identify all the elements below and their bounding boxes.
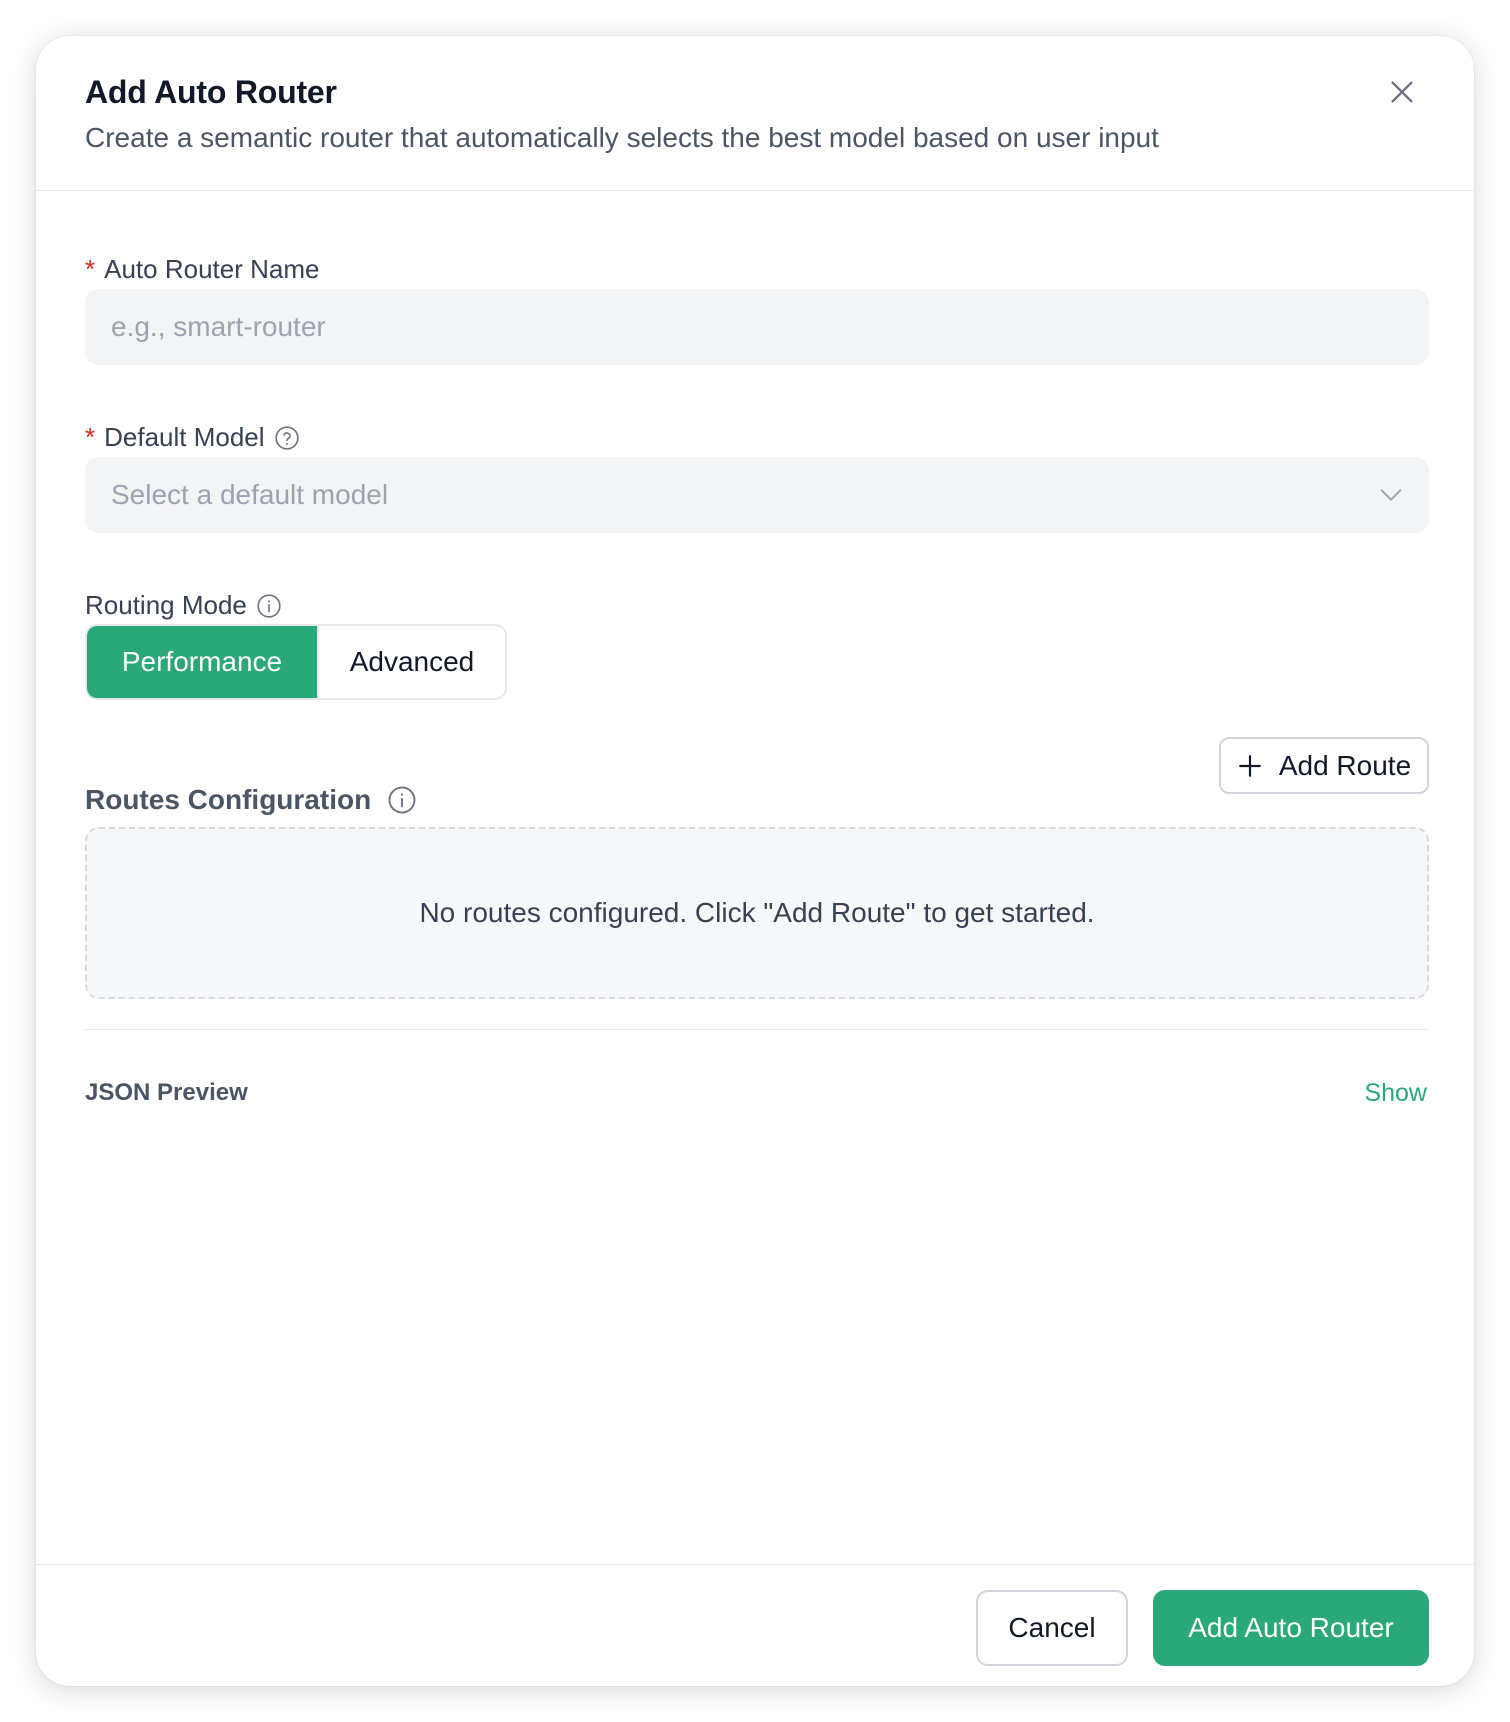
- routing-mode-toggle: Performance Advanced: [85, 624, 507, 700]
- routes-configuration-heading: Routes Configuration: [85, 784, 417, 816]
- default-model-label-text: Default Model: [104, 422, 265, 452]
- routes-empty-state: No routes configured. Click "Add Route" …: [85, 827, 1429, 999]
- routing-mode-performance[interactable]: Performance: [87, 626, 317, 698]
- routes-configuration-title: Routes Configuration: [85, 784, 372, 815]
- close-icon: [1391, 81, 1413, 103]
- routing-mode-label: Routing Mode: [85, 590, 282, 621]
- section-divider: [85, 1029, 1429, 1030]
- default-model-placeholder: Select a default model: [111, 479, 389, 510]
- close-button[interactable]: [1382, 72, 1422, 112]
- add-auto-router-button[interactable]: Add Auto Router: [1153, 1590, 1429, 1666]
- dialog-footer: Cancel Add Auto Router: [36, 1564, 1474, 1686]
- dialog-header: Add Auto Router Create a semantic router…: [36, 36, 1474, 191]
- add-route-button[interactable]: Add Route: [1219, 737, 1429, 794]
- info-circle-icon[interactable]: [387, 785, 417, 815]
- default-model-label: * Default Model: [85, 422, 300, 453]
- routing-mode-advanced[interactable]: Advanced: [317, 626, 505, 698]
- routes-empty-message: No routes configured. Click "Add Route" …: [419, 897, 1095, 928]
- chevron-down-icon: [1377, 481, 1405, 516]
- add-route-label: Add Route: [1278, 749, 1412, 781]
- auto-router-name-placeholder: e.g., smart-router: [111, 311, 326, 342]
- required-mark: *: [85, 422, 96, 452]
- default-model-select[interactable]: Select a default model: [85, 457, 1429, 533]
- auto-router-name-label: * Auto Router Name: [85, 254, 319, 285]
- cancel-button[interactable]: Cancel: [976, 1590, 1128, 1666]
- json-preview-label: JSON Preview: [85, 1079, 248, 1106]
- help-circle-icon[interactable]: [274, 425, 300, 451]
- auto-router-name-input[interactable]: e.g., smart-router: [85, 289, 1429, 365]
- required-mark: *: [85, 254, 96, 284]
- add-auto-router-dialog: Add Auto Router Create a semantic router…: [36, 36, 1474, 1686]
- dialog-title: Add Auto Router: [85, 74, 337, 110]
- json-preview-show-link[interactable]: Show: [1364, 1079, 1427, 1108]
- auto-router-name-label-text: Auto Router Name: [104, 254, 320, 284]
- dialog-subtitle: Create a semantic router that automatica…: [85, 122, 1159, 153]
- plus-icon: [1237, 753, 1263, 779]
- info-circle-icon[interactable]: [256, 593, 282, 619]
- routing-mode-label-text: Routing Mode: [85, 590, 247, 620]
